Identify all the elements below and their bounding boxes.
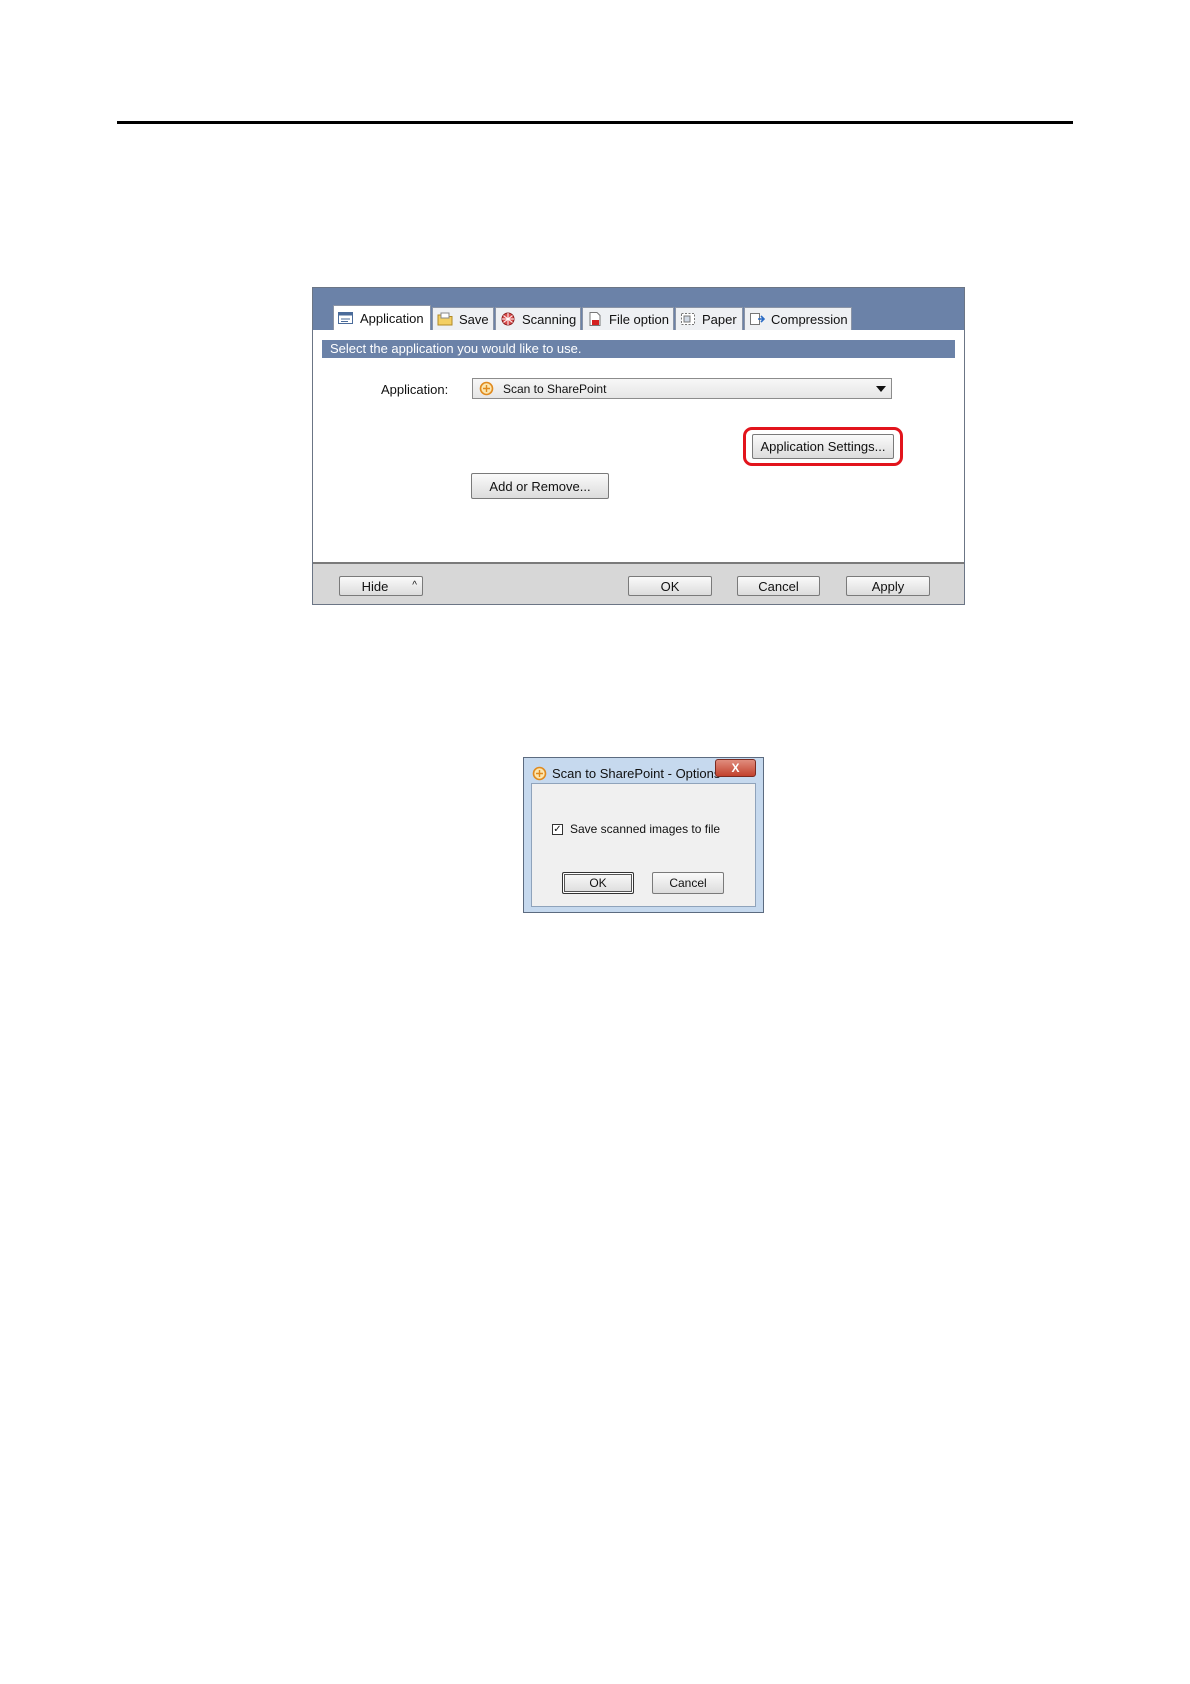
window-footer: Hide ^ OK Cancel Apply — [313, 562, 964, 604]
dialog-ok-button[interactable]: OK — [562, 872, 634, 894]
chevron-down-icon[interactable] — [876, 386, 886, 392]
tab-label: Scanning — [522, 311, 577, 327]
checkbox-label: Save scanned images to file — [570, 822, 721, 836]
tab-label: Compression — [771, 311, 848, 327]
save-folder-icon — [437, 312, 453, 326]
cancel-button[interactable]: Cancel — [737, 576, 820, 596]
application-label: Application: — [381, 382, 449, 397]
tab-scanning[interactable]: Scanning — [495, 307, 581, 330]
compression-icon — [750, 313, 765, 325]
settings-window: Application Save Scanning File option Pa… — [312, 287, 965, 605]
chevron-up-icon: ^ — [412, 580, 417, 591]
sharepoint-scan-icon — [479, 381, 494, 396]
sharepoint-scan-icon — [532, 766, 547, 780]
tab-application[interactable]: Application — [333, 305, 431, 330]
options-dialog: Scan to SharePoint - Options X ✓ Save sc… — [523, 757, 764, 913]
tab-file-option[interactable]: File option — [582, 307, 674, 330]
application-settings-button[interactable]: Application Settings... — [752, 434, 894, 459]
file-option-icon — [589, 312, 601, 326]
dialog-titlebar: Scan to SharePoint - Options — [532, 763, 720, 783]
dialog-body: ✓ Save scanned images to file OK Cancel — [531, 783, 756, 907]
close-icon[interactable]: X — [715, 759, 756, 777]
tab-compression[interactable]: Compression — [744, 307, 852, 330]
ok-button[interactable]: OK — [628, 576, 712, 596]
add-or-remove-button[interactable]: Add or Remove... — [471, 473, 609, 499]
tab-label: Paper — [702, 311, 737, 327]
instruction-bar: Select the application you would like to… — [322, 340, 955, 358]
save-images-checkbox-row[interactable]: ✓ Save scanned images to file — [552, 822, 720, 836]
tab-bar: Application Save Scanning File option Pa… — [333, 305, 853, 330]
tab-save[interactable]: Save — [432, 307, 494, 330]
tab-paper[interactable]: Paper — [675, 307, 743, 330]
page-rule — [117, 121, 1073, 124]
hide-button[interactable]: Hide ^ — [339, 576, 423, 596]
application-tab-icon — [338, 312, 353, 324]
application-select[interactable]: Scan to SharePoint — [472, 378, 892, 399]
scanning-icon — [501, 312, 515, 326]
dialog-title: Scan to SharePoint - Options — [552, 765, 721, 781]
tab-label: Application — [360, 310, 424, 326]
application-selected-value: Scan to SharePoint — [503, 381, 607, 396]
paper-icon — [681, 313, 695, 325]
window-header: Application Save Scanning File option Pa… — [313, 288, 964, 330]
hide-label: Hide — [361, 578, 389, 594]
apply-button[interactable]: Apply — [846, 576, 930, 596]
dialog-cancel-button[interactable]: Cancel — [652, 872, 724, 894]
tab-label: Save — [459, 311, 489, 327]
tab-label: File option — [609, 311, 669, 327]
save-images-checkbox[interactable]: ✓ — [552, 823, 563, 835]
